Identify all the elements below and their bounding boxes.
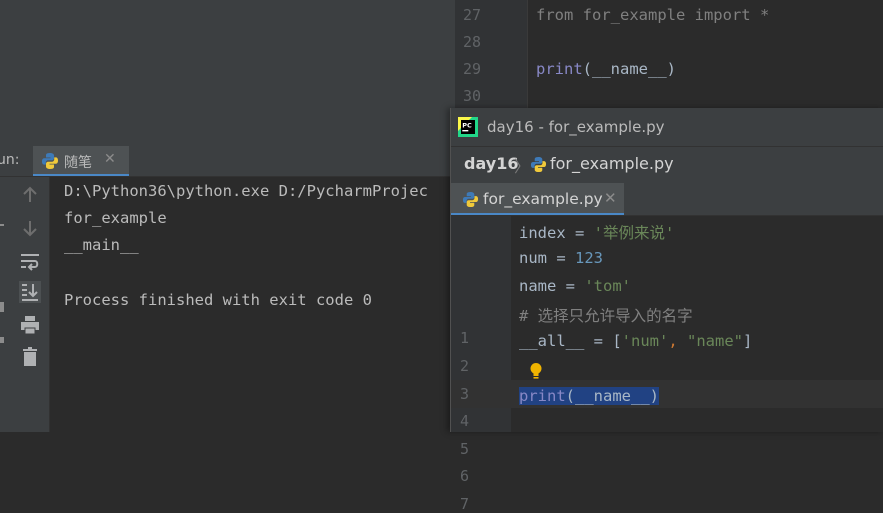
caret-row-highlight bbox=[451, 380, 883, 408]
console-line: for_example bbox=[64, 209, 167, 227]
run-toolbar bbox=[9, 177, 50, 432]
run-tab-label: 随笔 bbox=[64, 155, 92, 171]
breadcrumb-project[interactable]: day16 bbox=[464, 154, 518, 173]
python-file-icon bbox=[462, 191, 479, 208]
background-editor: 27 28 29 30 from for_example import * pr… bbox=[455, 0, 883, 108]
breadcrumb: day16 〉 for_example.py bbox=[451, 146, 883, 183]
run-window-label: un: bbox=[0, 152, 20, 168]
comma: , bbox=[668, 332, 687, 350]
popup-title: day16 - for_example.py bbox=[487, 118, 665, 136]
line-number: 3 bbox=[459, 385, 469, 403]
code-line-print[interactable]: print(__name__) bbox=[536, 56, 676, 83]
print-keyword: print bbox=[536, 60, 583, 78]
selected-code: print(__name__) bbox=[519, 387, 659, 405]
toolbar-fragment bbox=[0, 302, 4, 312]
arrow-up-icon[interactable] bbox=[18, 183, 42, 207]
string-literal: "name" bbox=[687, 332, 743, 350]
arrow-down-icon[interactable] bbox=[18, 216, 42, 240]
console-line: D:\Python36\python.exe D:/PycharmProjec bbox=[64, 182, 428, 200]
string-literal: '举例来说' bbox=[593, 224, 675, 242]
code-line-3[interactable]: name = 'tom' bbox=[519, 277, 631, 295]
background-ide-area bbox=[0, 0, 455, 146]
number-literal: 123 bbox=[575, 249, 603, 267]
breadcrumb-file[interactable]: for_example.py bbox=[550, 154, 674, 173]
code-line-import[interactable]: from for_example import * bbox=[536, 2, 769, 29]
assign-op: = [ bbox=[584, 332, 622, 350]
line-number: 27 bbox=[462, 6, 481, 24]
bracket: ] bbox=[743, 332, 753, 350]
code-line-1[interactable]: index = '举例来说' bbox=[519, 221, 674, 243]
var-index: index bbox=[519, 224, 566, 242]
gutter-separator bbox=[527, 0, 528, 108]
active-tab-underline bbox=[33, 174, 129, 176]
line-number: 28 bbox=[462, 33, 481, 51]
code-line-4-comment[interactable]: # 选择只允许导入的名字 bbox=[519, 304, 693, 326]
assign-op: = bbox=[547, 249, 575, 267]
code-line-7[interactable]: print(__name__) bbox=[519, 387, 659, 405]
var-num: num bbox=[519, 249, 547, 267]
active-tab-underline bbox=[451, 213, 624, 215]
close-icon[interactable]: ✕ bbox=[604, 189, 617, 207]
print-icon[interactable] bbox=[18, 313, 42, 337]
python-file-icon bbox=[530, 156, 547, 173]
python-icon bbox=[42, 153, 58, 169]
line-number: 30 bbox=[462, 87, 481, 105]
line-number: 4 bbox=[459, 412, 469, 430]
line-number: 29 bbox=[462, 60, 481, 78]
tab-label: for_example.py bbox=[483, 190, 603, 208]
left-edge-toolbar bbox=[0, 177, 9, 432]
line-number: 1 bbox=[459, 329, 469, 347]
var-name: name bbox=[519, 277, 557, 295]
trash-icon[interactable] bbox=[18, 345, 42, 369]
print-keyword: print bbox=[519, 387, 566, 405]
line-number: 6 bbox=[459, 467, 469, 485]
line-number: 2 bbox=[459, 357, 469, 375]
string-literal: 'num' bbox=[621, 332, 669, 350]
line-number: 5 bbox=[459, 440, 469, 458]
scroll-to-end-icon[interactable] bbox=[18, 280, 42, 304]
editor-tabs: for_example.py ✕ bbox=[451, 183, 883, 216]
code-line-2[interactable]: num = 123 bbox=[519, 249, 603, 267]
line-number-gutter: 27 28 29 30 bbox=[455, 0, 527, 108]
file-popup-window: PC day16 - for_example.py day16 〉 for_ex… bbox=[450, 108, 883, 513]
console-line: Process finished with exit code 0 bbox=[64, 291, 372, 309]
toolbar-fragment bbox=[0, 224, 4, 226]
print-args: (__name__) bbox=[582, 60, 676, 78]
print-args: (__name__) bbox=[565, 387, 659, 405]
chevron-right-icon: 〉 bbox=[514, 157, 531, 176]
lightbulb-icon[interactable] bbox=[529, 362, 543, 381]
console-line: __main__ bbox=[64, 236, 139, 254]
popup-title-bar[interactable]: PC day16 - for_example.py bbox=[451, 108, 883, 146]
pycharm-logo-icon: PC bbox=[458, 117, 478, 137]
console-output[interactable]: D:\Python36\python.exe D:/PycharmProjec … bbox=[50, 177, 450, 432]
assign-op: = bbox=[556, 277, 585, 295]
assign-op: = bbox=[565, 224, 594, 242]
string-literal: 'tom' bbox=[584, 277, 631, 295]
close-icon[interactable]: ✕ bbox=[104, 151, 116, 167]
soft-wrap-icon[interactable] bbox=[18, 249, 42, 273]
svg-text:PC: PC bbox=[462, 122, 472, 130]
run-tool-window-header: un: 随笔 ✕ bbox=[0, 146, 450, 177]
var-all: __all__ bbox=[519, 332, 585, 350]
line-number: 7 bbox=[459, 495, 469, 513]
code-line-5[interactable]: __all__ = ['num', "name"] bbox=[519, 332, 752, 350]
toolbar-fragment bbox=[0, 337, 4, 343]
